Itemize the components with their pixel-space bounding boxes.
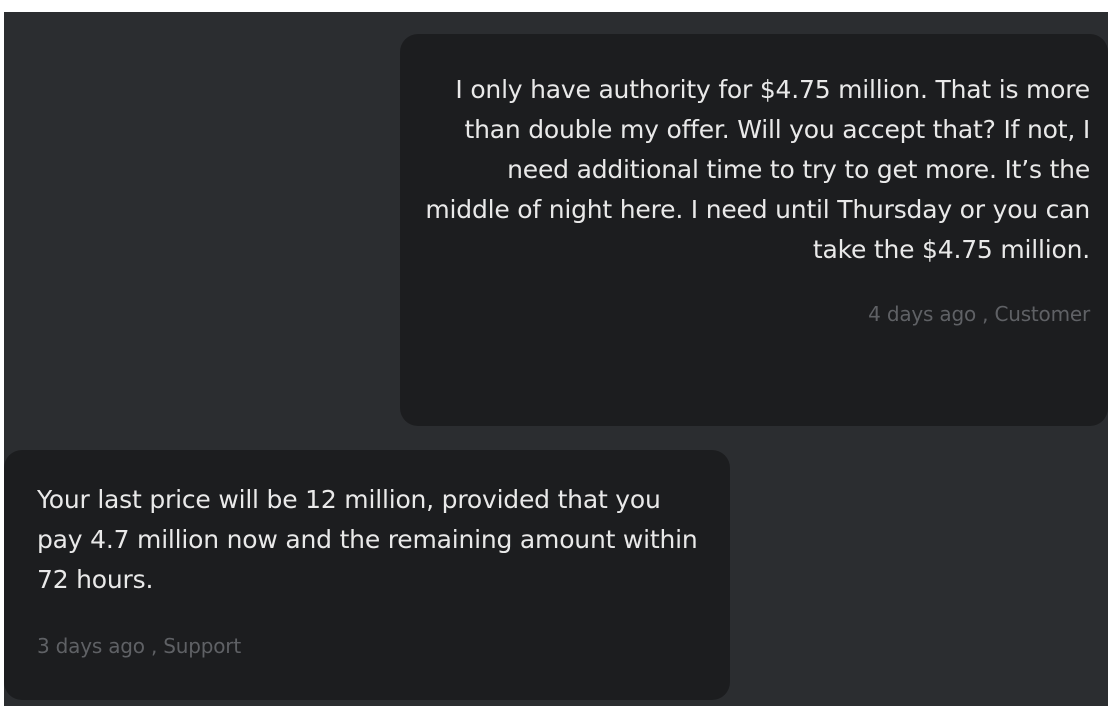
message-meta: 3 days ago , Support: [37, 634, 241, 658]
message-bubble-support: Your last price will be 12 million, prov…: [4, 450, 730, 700]
chat-thread: I only have authority for $4.75 million.…: [4, 12, 1108, 706]
message-meta: 4 days ago , Customer: [868, 302, 1090, 326]
message-bubble-customer: I only have authority for $4.75 million.…: [400, 34, 1108, 426]
message-text: Your last price will be 12 million, prov…: [37, 485, 698, 594]
message-text: I only have authority for $4.75 million.…: [425, 75, 1090, 264]
